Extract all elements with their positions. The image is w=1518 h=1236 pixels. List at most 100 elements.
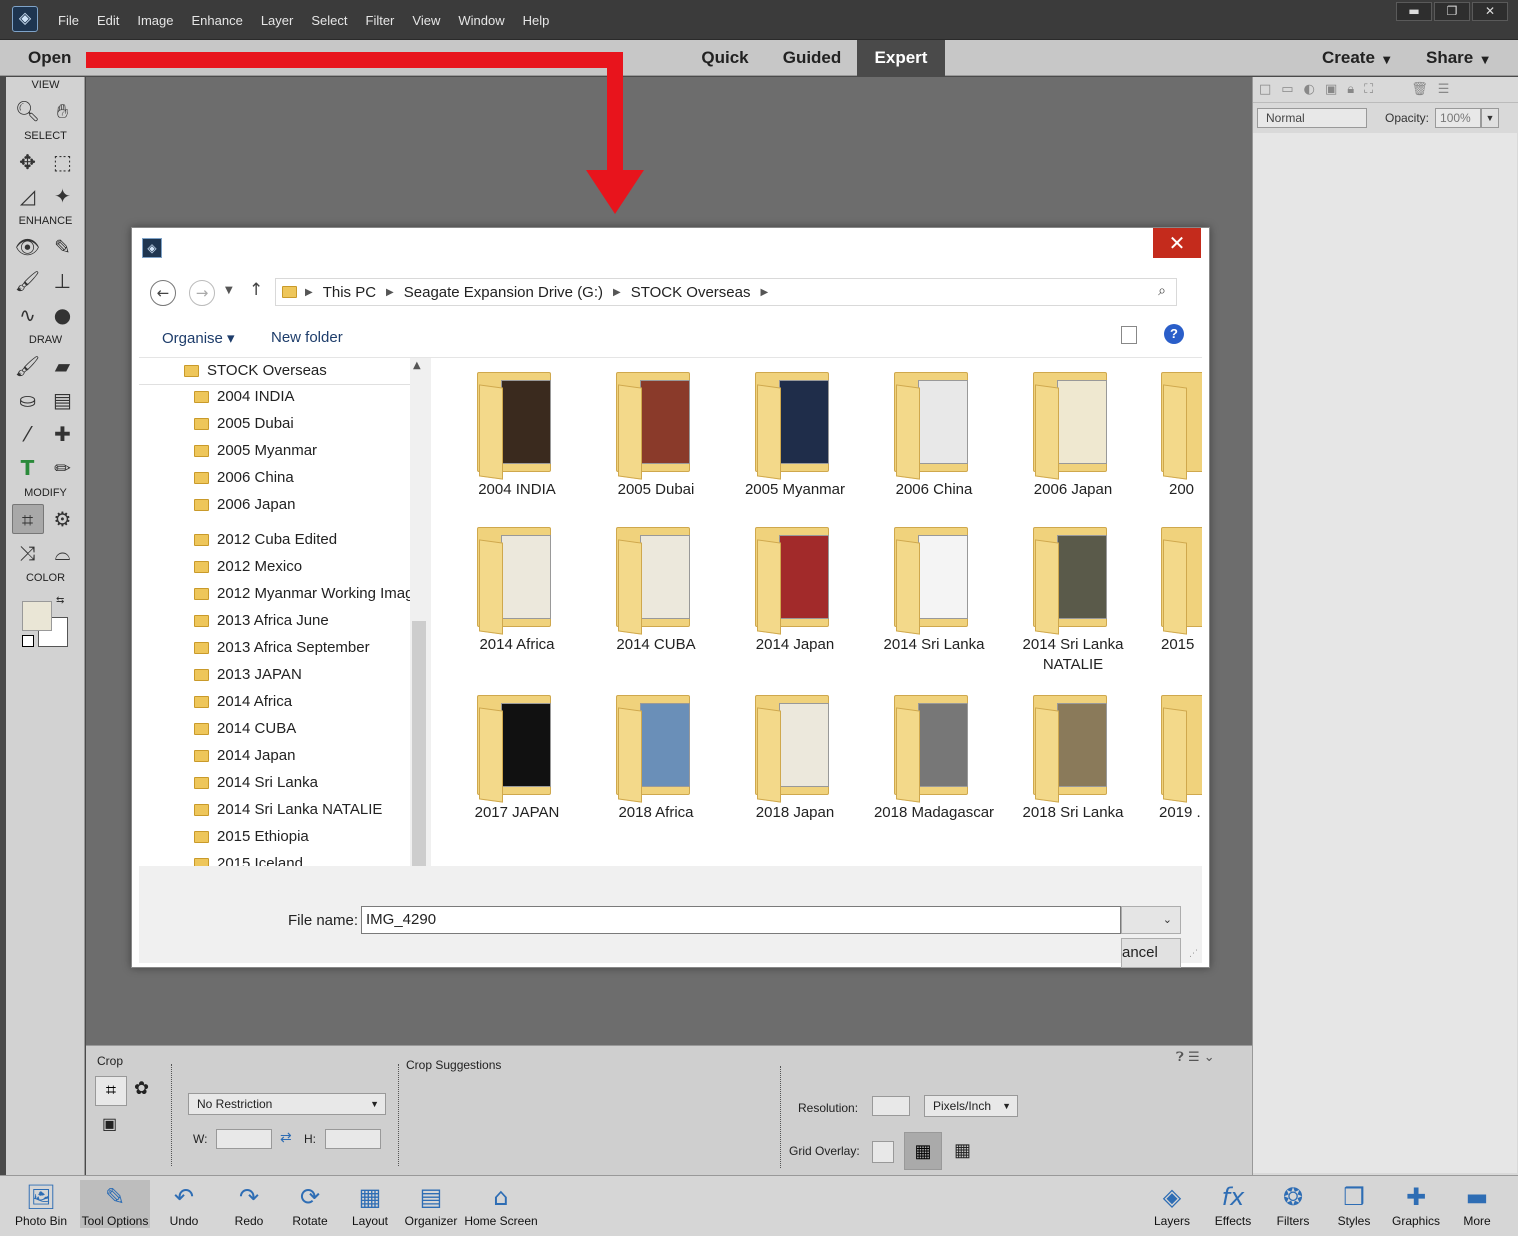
smart-brush-icon[interactable]: 🖌︎: [12, 266, 44, 296]
organizer-button[interactable]: ▤ Organizer: [396, 1180, 466, 1228]
eraser-tool-icon[interactable]: ▰: [47, 351, 79, 381]
filename-input[interactable]: IMG_4290: [361, 906, 1121, 934]
nav-item[interactable]: 2004 INDIA: [194, 388, 410, 405]
nav-item[interactable]: 2013 JAPAN: [194, 666, 410, 683]
perspective-crop-icon[interactable]: ✿: [134, 1078, 149, 1099]
nav-item[interactable]: 2014 Japan: [194, 747, 410, 764]
custom-shape-icon[interactable]: ✚: [47, 419, 79, 449]
default-colors-icon[interactable]: [22, 635, 34, 647]
type-tool-icon[interactable]: T: [12, 453, 44, 483]
forward-arrow-icon[interactable]: →: [189, 280, 215, 306]
nav-root-item[interactable]: STOCK Overseas: [139, 358, 410, 385]
width-field[interactable]: [216, 1129, 272, 1149]
graphics-button[interactable]: ✚ Graphics: [1381, 1180, 1451, 1228]
scrollbar-thumb[interactable]: [412, 621, 426, 866]
help-button[interactable]: ?: [1164, 324, 1184, 344]
grid-none-button[interactable]: [872, 1141, 894, 1163]
folder-tile[interactable]: 2018 Japan: [730, 689, 860, 823]
breadcrumb-drive[interactable]: Seagate Expansion Drive (G:): [404, 284, 603, 301]
folder-tile[interactable]: 2018 Sri Lanka: [1008, 689, 1138, 823]
nav-scrollbar[interactable]: ▲: [410, 358, 428, 866]
nav-item[interactable]: 2013 Africa June: [194, 612, 410, 629]
nav-item[interactable]: 2015 Ethiopia: [194, 828, 410, 845]
home-screen-button[interactable]: ⌂ Home Screen: [462, 1180, 540, 1228]
help-icon[interactable]: ❓︎ ☰ ⌄: [1176, 1050, 1215, 1065]
brush-tool-icon[interactable]: 🖌︎: [12, 351, 44, 381]
dialog-close-button[interactable]: ✕: [1153, 228, 1201, 258]
nav-item[interactable]: 2012 Cuba Edited: [194, 531, 410, 548]
pencil-tool-icon[interactable]: ✏︎: [47, 453, 79, 483]
recompose-tool-icon[interactable]: ⚙︎: [47, 504, 79, 534]
breadcrumb-this-pc[interactable]: This PC: [323, 284, 376, 301]
undo-button[interactable]: ↶ Undo: [149, 1180, 219, 1228]
filename-dropdown-chevron-icon[interactable]: ⌄: [1121, 906, 1181, 934]
layers-button[interactable]: ◈ Layers: [1137, 1180, 1207, 1228]
folder-tile[interactable]: 2018 Africa: [591, 689, 721, 823]
clone-stamp-icon[interactable]: ⊥: [47, 266, 79, 296]
more-button[interactable]: ▬ More: [1442, 1180, 1512, 1228]
content-aware-move-icon[interactable]: ⤨: [12, 538, 44, 568]
folder-tile[interactable]: 2005 Dubai: [591, 366, 721, 500]
resolution-unit-select[interactable]: Pixels/Inch ▼: [924, 1095, 1018, 1117]
crop-photo-icon[interactable]: ▣: [102, 1114, 117, 1134]
folder-tile[interactable]: 2014 Sri Lanka: [869, 521, 999, 655]
height-field[interactable]: [325, 1129, 381, 1149]
preview-pane-icon[interactable]: [1121, 326, 1137, 344]
folder-tile[interactable]: 2015: [1147, 521, 1202, 655]
redo-button[interactable]: ↷ Redo: [214, 1180, 284, 1228]
nav-item[interactable]: 2006 China: [194, 469, 410, 486]
nav-item[interactable]: 2005 Myanmar: [194, 442, 410, 459]
breadcrumb-stock-overseas[interactable]: STOCK Overseas: [631, 284, 751, 301]
nav-item[interactable]: 2014 Sri Lanka: [194, 774, 410, 791]
foreground-color-swatch[interactable]: [22, 601, 52, 631]
up-arrow-icon[interactable]: ↑: [249, 280, 263, 300]
nav-item[interactable]: 2005 Dubai: [194, 415, 410, 432]
nav-item[interactable]: 2013 Africa September: [194, 639, 410, 656]
back-arrow-icon[interactable]: ←: [150, 280, 176, 306]
resize-grip-icon[interactable]: ⋰: [1189, 949, 1198, 959]
filters-button[interactable]: ❂ Filters: [1258, 1180, 1328, 1228]
organise-menu[interactable]: Organise ▾: [162, 329, 235, 347]
new-folder-button[interactable]: New folder: [271, 329, 343, 346]
grid-thirds-button[interactable]: ▦: [904, 1132, 942, 1170]
nav-item[interactable]: 2012 Mexico: [194, 558, 410, 575]
crop-tool-icon[interactable]: ⌗: [11, 504, 44, 534]
grid-full-button[interactable]: ▦: [954, 1140, 971, 1161]
nav-item[interactable]: 2006 Japan: [194, 496, 410, 513]
breadcrumb[interactable]: ▶ This PC ▶ Seagate Expansion Drive (G:)…: [275, 278, 1177, 306]
gradient-tool-icon[interactable]: ▤: [47, 385, 79, 415]
folder-tile[interactable]: 2006 Japan: [1008, 366, 1138, 500]
resolution-field[interactable]: [872, 1096, 910, 1116]
folder-tile[interactable]: 2005 Myanmar: [730, 366, 860, 500]
nav-item[interactable]: 2014 Africa: [194, 693, 410, 710]
crop-mode-icon[interactable]: ⌗: [95, 1076, 127, 1106]
nav-item[interactable]: 2012 Myanmar Working Images: [194, 585, 410, 602]
tool-options-button[interactable]: ✎ Tool Options: [80, 1180, 150, 1228]
straighten-tool-icon[interactable]: ⌓: [47, 538, 79, 568]
swap-colors-icon[interactable]: ⇆: [56, 595, 64, 606]
folder-tile[interactable]: 2006 China: [869, 366, 999, 500]
folder-tile[interactable]: 2014 Japan: [730, 521, 860, 655]
folder-tile[interactable]: 2018 Madagascar: [869, 689, 999, 823]
swap-dimensions-icon[interactable]: ⇄: [280, 1129, 292, 1146]
folder-tile[interactable]: 200: [1147, 366, 1202, 500]
paint-bucket-icon[interactable]: ⛀: [12, 385, 44, 415]
styles-button[interactable]: ❒ Styles: [1319, 1180, 1389, 1228]
folder-tile[interactable]: 2019 .: [1147, 689, 1202, 823]
search-icon[interactable]: ⌕: [1158, 283, 1166, 299]
folder-tile[interactable]: 2014 Sri Lanka NATALIE: [1008, 521, 1138, 675]
aspect-ratio-select[interactable]: No Restriction ▼: [188, 1093, 386, 1115]
photo-bin-button[interactable]: 🖼︎ Photo Bin: [6, 1180, 76, 1228]
folder-tile[interactable]: 2017 JAPAN: [452, 689, 582, 823]
folder-tile[interactable]: 2004 INDIA: [452, 366, 582, 500]
nav-item[interactable]: 2014 Sri Lanka NATALIE: [194, 801, 410, 818]
nav-item[interactable]: 2014 CUBA: [194, 720, 410, 737]
cancel-button[interactable]: ancel: [1121, 938, 1181, 968]
sponge-tool-icon[interactable]: ●: [47, 300, 79, 330]
scroll-up-icon[interactable]: ▲: [413, 360, 421, 371]
folder-tile[interactable]: 2014 CUBA: [591, 521, 721, 655]
folder-tile[interactable]: 2014 Africa: [452, 521, 582, 655]
nav-item[interactable]: 2015 Iceland: [194, 855, 410, 866]
recent-locations-icon[interactable]: ▼: [225, 285, 233, 296]
blur-tool-icon[interactable]: ∿: [12, 300, 44, 330]
